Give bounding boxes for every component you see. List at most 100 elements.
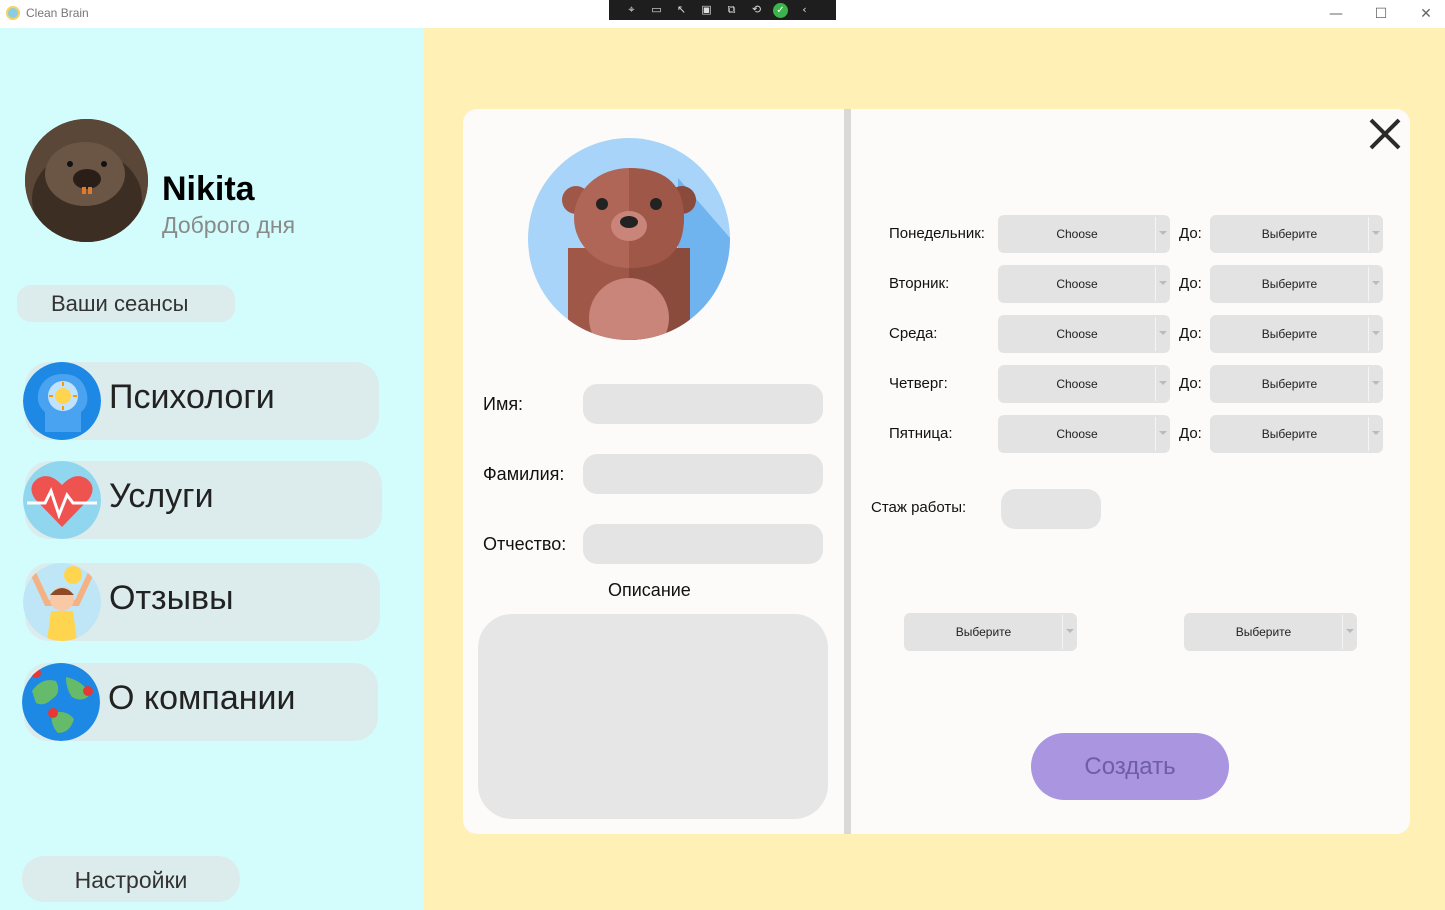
chevron-down-icon <box>1159 431 1167 435</box>
user-avatar[interactable] <box>25 119 148 242</box>
thursday-from-value: Choose <box>1056 377 1098 391</box>
select-separator <box>1368 417 1369 451</box>
wednesday-from-value: Choose <box>1056 327 1098 341</box>
heartbeat-icon <box>23 461 101 539</box>
select-separator <box>1368 317 1369 351</box>
tuesday-to-value: Выберите <box>1261 277 1318 291</box>
nav-item-psychologists[interactable]: Психологи <box>23 362 379 440</box>
to-label-monday: До: <box>1179 225 1202 242</box>
chevron-down-icon <box>1372 381 1380 385</box>
tuesday-from-select[interactable]: Choose <box>998 265 1170 303</box>
last-name-label: Фамилия: <box>483 464 565 484</box>
sessions-button[interactable]: Ваши сеансы <box>17 285 235 322</box>
monday-to-value: Выберите <box>1261 227 1318 241</box>
patronymic-input[interactable] <box>583 524 823 564</box>
extra-select-2[interactable]: Выберите <box>1184 613 1357 651</box>
frame-icon[interactable]: ▣ <box>698 3 715 17</box>
select-separator <box>1368 267 1369 301</box>
select-separator <box>1155 367 1156 401</box>
pointer-icon[interactable]: ↖ <box>673 3 690 17</box>
first-name-input[interactable] <box>583 384 823 424</box>
collapse-icon[interactable]: ‹ <box>796 3 813 17</box>
wednesday-to-select[interactable]: Выберите <box>1210 315 1383 353</box>
last-name-input[interactable] <box>583 454 823 494</box>
tuesday-from-value: Choose <box>1056 277 1098 291</box>
day-label-monday: Понедельник: <box>889 225 985 242</box>
chevron-down-icon <box>1346 629 1354 633</box>
chevron-down-icon <box>1066 629 1074 633</box>
description-textarea[interactable] <box>478 614 828 819</box>
record-icon[interactable]: ▭ <box>648 3 665 17</box>
thursday-from-select[interactable]: Choose <box>998 365 1170 403</box>
nav-item-services[interactable]: Услуги <box>23 461 382 539</box>
select-separator <box>1155 267 1156 301</box>
thursday-to-value: Выберите <box>1261 377 1318 391</box>
monday-from-value: Choose <box>1056 227 1098 241</box>
monday-from-select[interactable]: Choose <box>998 215 1170 253</box>
close-icon[interactable] <box>1366 115 1404 153</box>
extra-select-1[interactable]: Выберите <box>904 613 1077 651</box>
experience-input[interactable] <box>1001 489 1101 529</box>
settings-button[interactable]: Настройки <box>22 856 240 902</box>
user-name: Nikita <box>162 170 255 208</box>
select-separator <box>1368 217 1369 251</box>
chevron-down-icon <box>1372 431 1380 435</box>
to-label-tuesday: До: <box>1179 275 1202 292</box>
friday-to-select[interactable]: Выберите <box>1210 415 1383 453</box>
select-separator <box>1368 367 1369 401</box>
nav-item-reviews[interactable]: Отзывы <box>23 563 380 641</box>
day-label-thursday: Четверг: <box>889 375 948 392</box>
first-name-label: Имя: <box>483 394 524 414</box>
window-title: Clean Brain <box>26 6 89 20</box>
select-element-icon[interactable]: ⌖ <box>623 3 640 17</box>
hot-reload-icon[interactable]: ⟲ <box>748 3 765 17</box>
patronymic-label: Отчество: <box>483 534 567 554</box>
thursday-to-select[interactable]: Выберите <box>1210 365 1383 403</box>
friday-from-value: Choose <box>1056 427 1098 441</box>
chevron-down-icon <box>1159 381 1167 385</box>
status-ok-icon[interactable]: ✓ <box>773 2 788 18</box>
chevron-down-icon <box>1159 331 1167 335</box>
greeting-text: Доброго дня <box>162 212 296 238</box>
select-separator <box>1342 615 1343 649</box>
app-logo-icon <box>6 6 20 20</box>
to-label-wednesday: До: <box>1179 325 1202 342</box>
select-separator <box>1062 615 1063 649</box>
chevron-down-icon <box>1159 281 1167 285</box>
description-title: Описание <box>608 580 691 600</box>
nav-label-reviews: Отзывы <box>109 579 234 617</box>
close-window-button[interactable]: ✕ <box>1404 2 1445 26</box>
monday-to-select[interactable]: Выберите <box>1210 215 1383 253</box>
to-label-thursday: До: <box>1179 375 1202 392</box>
chevron-down-icon <box>1372 281 1380 285</box>
select-separator <box>1155 417 1156 451</box>
debug-toolbar: ⌖ ▭ ↖ ▣ ⧉ ⟲ ✓ ‹ <box>609 0 836 20</box>
layout-icon[interactable]: ⧉ <box>723 3 740 17</box>
chevron-down-icon <box>1372 331 1380 335</box>
happy-person-icon <box>23 563 101 641</box>
nav-label-services: Услуги <box>109 477 214 515</box>
nav-label-psychologists: Психологи <box>109 378 275 416</box>
minimize-button[interactable]: — <box>1314 2 1358 26</box>
day-label-friday: Пятница: <box>889 425 953 442</box>
globe-pins-icon <box>22 663 100 741</box>
select-separator <box>1155 317 1156 351</box>
select-separator <box>1155 217 1156 251</box>
create-button[interactable]: Создать <box>1031 733 1229 800</box>
extra-select-2-value: Выберите <box>1235 625 1292 639</box>
chevron-down-icon <box>1372 231 1380 235</box>
card-divider <box>844 109 851 834</box>
head-gear-icon <box>23 362 101 440</box>
title-bar: Clean Brain ⌖ ▭ ↖ ▣ ⧉ ⟲ ✓ ‹ — ☐ ✕ <box>0 0 1445 28</box>
friday-from-select[interactable]: Choose <box>998 415 1170 453</box>
extra-select-1-value: Выберите <box>955 625 1012 639</box>
maximize-button[interactable]: ☐ <box>1359 2 1403 26</box>
nav-item-about[interactable]: О компании <box>22 663 378 741</box>
tuesday-to-select[interactable]: Выберите <box>1210 265 1383 303</box>
bear-avatar-icon[interactable] <box>528 138 730 340</box>
friday-to-value: Выберите <box>1261 427 1318 441</box>
wednesday-to-value: Выберите <box>1261 327 1318 341</box>
wednesday-from-select[interactable]: Choose <box>998 315 1170 353</box>
day-label-tuesday: Вторник: <box>889 275 950 292</box>
to-label-friday: До: <box>1179 425 1202 442</box>
